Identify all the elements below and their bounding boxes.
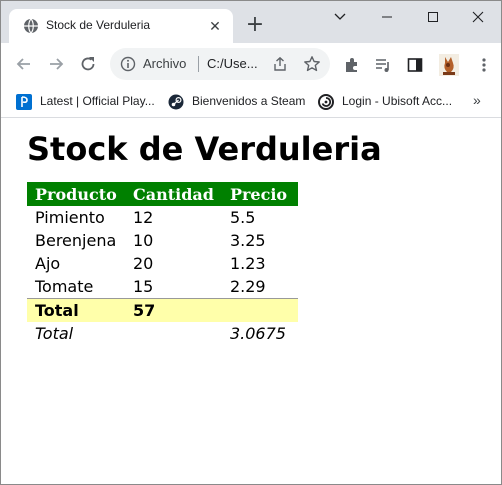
table-header-row: Producto Cantidad Precio: [27, 182, 298, 206]
table-row: Tomate 15 2.29: [27, 275, 298, 299]
stock-table: Producto Cantidad Precio Pimiento 12 5.5…: [27, 182, 298, 345]
browser-window: Stock de Verduleria ✕ + Archivo C:/Use..…: [0, 0, 502, 485]
average-row: Total 3.0675: [27, 322, 298, 345]
new-tab-button[interactable]: +: [244, 14, 266, 37]
tab-title: Stock de Verduleria: [46, 18, 151, 32]
playstation-icon: [16, 94, 32, 110]
bookmark-label: Bienvenidos a Steam: [192, 94, 306, 108]
cell-producto: Tomate: [35, 277, 94, 296]
maximize-button[interactable]: [410, 1, 456, 33]
chevron-down-icon: [334, 13, 346, 20]
total-cantidad: 57: [125, 298, 222, 322]
bookmark-label: Latest | Official Play...: [40, 94, 155, 108]
average-label: Total: [35, 324, 74, 343]
minimize-icon: [382, 16, 392, 18]
close-window-button[interactable]: [455, 1, 501, 33]
forward-arrow-icon[interactable]: [46, 54, 66, 74]
maximize-icon: [428, 12, 438, 22]
ubisoft-icon: [318, 94, 334, 110]
page-content: Stock de Verduleria Producto Cantidad Pr…: [1, 118, 501, 484]
media-queue-icon[interactable]: [374, 56, 392, 74]
total-precio: [221, 298, 298, 322]
cell-cantidad: 12: [133, 208, 154, 227]
share-icon[interactable]: [272, 56, 288, 72]
total-row: Total 57: [27, 298, 298, 322]
cell-producto: Pimiento: [35, 208, 105, 227]
bookmarks-bar: Latest | Official Play... Bienvenidos a …: [1, 87, 501, 118]
address-bar[interactable]: Archivo C:/Use...: [110, 48, 330, 80]
average-cantidad: [125, 322, 222, 345]
column-header-producto: Producto: [27, 182, 125, 206]
side-panel-icon[interactable]: [406, 56, 424, 74]
address-separator: [198, 56, 199, 72]
reload-icon[interactable]: [78, 54, 98, 74]
page-title: Stock de Verduleria: [27, 130, 382, 168]
profile-avatar-icon[interactable]: [439, 54, 459, 76]
info-icon[interactable]: [120, 56, 136, 72]
bookmark-star-icon[interactable]: [303, 55, 321, 73]
bookmark-label: Login - Ubisoft Acc...: [342, 94, 453, 108]
close-tab-icon[interactable]: ✕: [207, 18, 223, 34]
cell-cantidad: 20: [133, 254, 154, 273]
extensions-puzzle-icon[interactable]: [343, 56, 361, 74]
back-arrow-icon[interactable]: [14, 54, 34, 74]
column-header-cantidad: Cantidad: [125, 182, 222, 206]
menu-kebab-icon[interactable]: [475, 56, 493, 74]
cell-precio: 1.23: [229, 254, 266, 273]
cell-precio: 2.29: [229, 277, 266, 296]
cell-producto: Berenjena: [35, 231, 117, 250]
steam-icon: [168, 94, 184, 110]
active-tab[interactable]: Stock de Verduleria ✕: [9, 9, 233, 43]
toolbar: Archivo C:/Use...: [1, 43, 501, 87]
close-icon: [472, 11, 484, 23]
tab-strip: Stock de Verduleria ✕ +: [1, 1, 501, 43]
average-precio: 3.0675: [229, 324, 286, 343]
address-scheme-label: Archivo: [143, 56, 187, 71]
globe-icon: [24, 18, 38, 34]
cell-cantidad: 10: [133, 231, 154, 250]
cell-precio: 5.5: [229, 208, 256, 227]
address-url[interactable]: C:/Use...: [207, 56, 258, 71]
cell-cantidad: 15: [133, 277, 154, 296]
tab-search-button[interactable]: [317, 1, 363, 33]
total-label: Total: [27, 298, 125, 322]
column-header-precio: Precio: [221, 182, 298, 206]
cell-producto: Ajo: [35, 254, 61, 273]
table-row: Pimiento 12 5.5: [27, 206, 298, 229]
table-row: Ajo 20 1.23: [27, 252, 298, 275]
table-row: Berenjena 10 3.25: [27, 229, 298, 252]
bookmarks-overflow-button[interactable]: »: [473, 92, 481, 108]
minimize-button[interactable]: [364, 1, 410, 33]
cell-precio: 3.25: [229, 231, 266, 250]
